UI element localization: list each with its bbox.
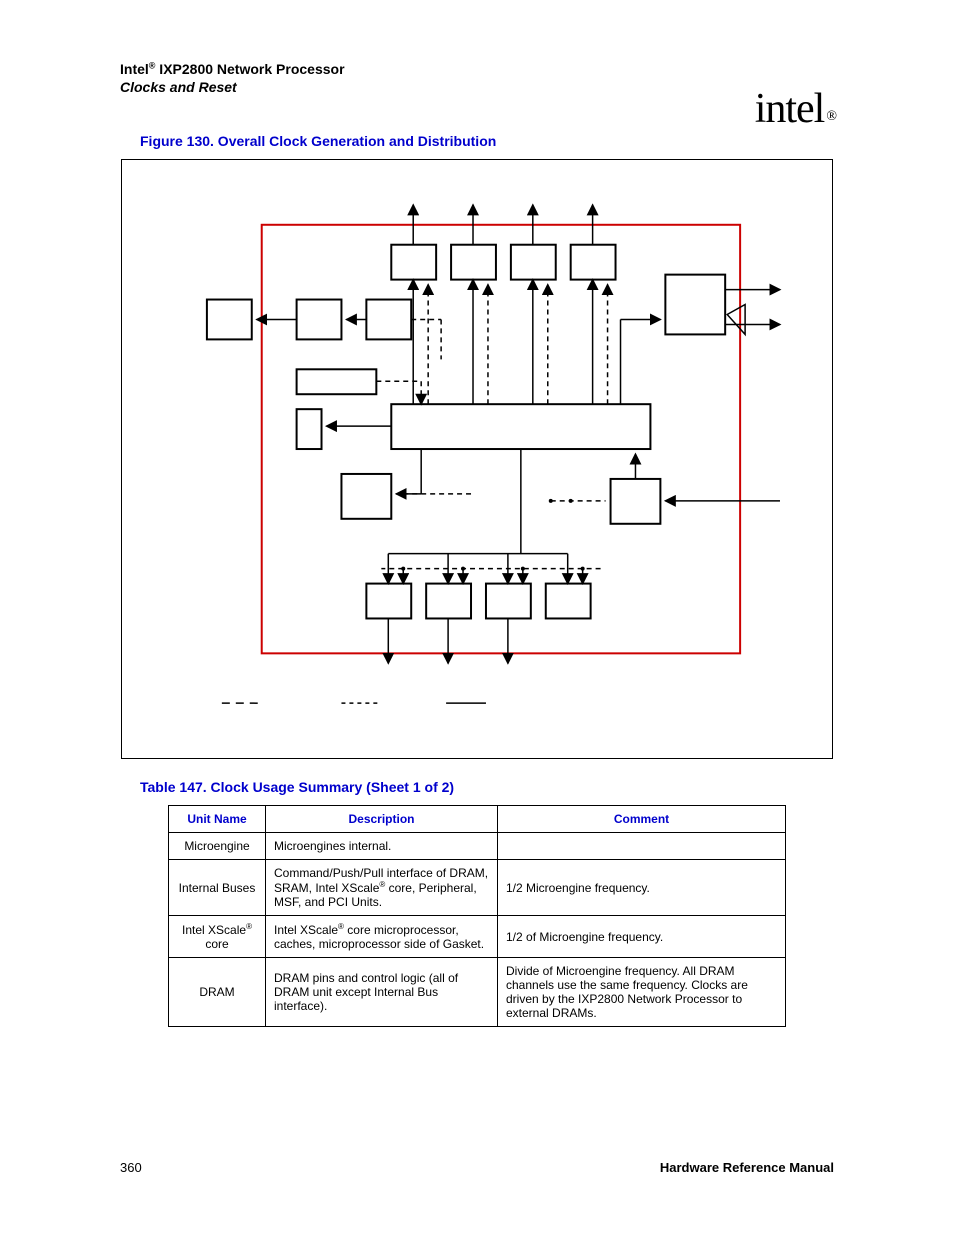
clock-usage-table: Unit Name Description Comment Microengin… xyxy=(168,805,786,1027)
table-caption: Table 147. Clock Usage Summary (Sheet 1 … xyxy=(140,779,834,795)
manual-title: Hardware Reference Manual xyxy=(660,1160,834,1175)
intel-logo: intel® xyxy=(755,85,834,133)
product-name: IXP2800 Network Processor xyxy=(155,61,344,77)
section-title: Clocks and Reset xyxy=(120,79,237,95)
header-text: Intel® IXP2800 Network Processor Clocks … xyxy=(120,60,345,96)
desc-cell: DRAM pins and control logic (all of DRAM… xyxy=(266,958,498,1027)
page-footer: 360 Hardware Reference Manual xyxy=(120,1160,834,1175)
col-comment: Comment xyxy=(498,806,786,833)
desc-cell: Microengines internal. xyxy=(266,833,498,860)
page-number: 360 xyxy=(120,1160,142,1175)
unit-cell: Microengine xyxy=(169,833,266,860)
comment-cell: 1/2 of Microengine frequency. xyxy=(498,916,786,958)
table-row: Microengine Microengines internal. xyxy=(169,833,786,860)
comment-cell: 1/2 Microengine frequency. xyxy=(498,860,786,916)
table-row: Intel XScale® core Intel XScale® core mi… xyxy=(169,916,786,958)
unit-cell: Internal Buses xyxy=(169,860,266,916)
figure-box xyxy=(121,159,833,759)
page-header: Intel® IXP2800 Network Processor Clocks … xyxy=(120,60,834,108)
comment-cell: Divide of Microengine frequency. All DRA… xyxy=(498,958,786,1027)
unit-cell: Intel XScale® core xyxy=(169,916,266,958)
logo-reg: ® xyxy=(826,109,836,124)
clock-diagram xyxy=(122,160,832,758)
table-row: DRAM DRAM pins and control logic (all of… xyxy=(169,958,786,1027)
desc-cell: Intel XScale® core microprocessor, cache… xyxy=(266,916,498,958)
comment-cell xyxy=(498,833,786,860)
figure-caption: Figure 130. Overall Clock Generation and… xyxy=(140,133,834,149)
col-description: Description xyxy=(266,806,498,833)
col-unit-name: Unit Name xyxy=(169,806,266,833)
unit-cell: DRAM xyxy=(169,958,266,1027)
brand: Intel xyxy=(120,61,149,77)
desc-cell: Command/Push/Pull interface of DRAM, SRA… xyxy=(266,860,498,916)
table-row: Internal Buses Command/Push/Pull interfa… xyxy=(169,860,786,916)
logo-text: intel xyxy=(755,86,825,132)
table-header-row: Unit Name Description Comment xyxy=(169,806,786,833)
